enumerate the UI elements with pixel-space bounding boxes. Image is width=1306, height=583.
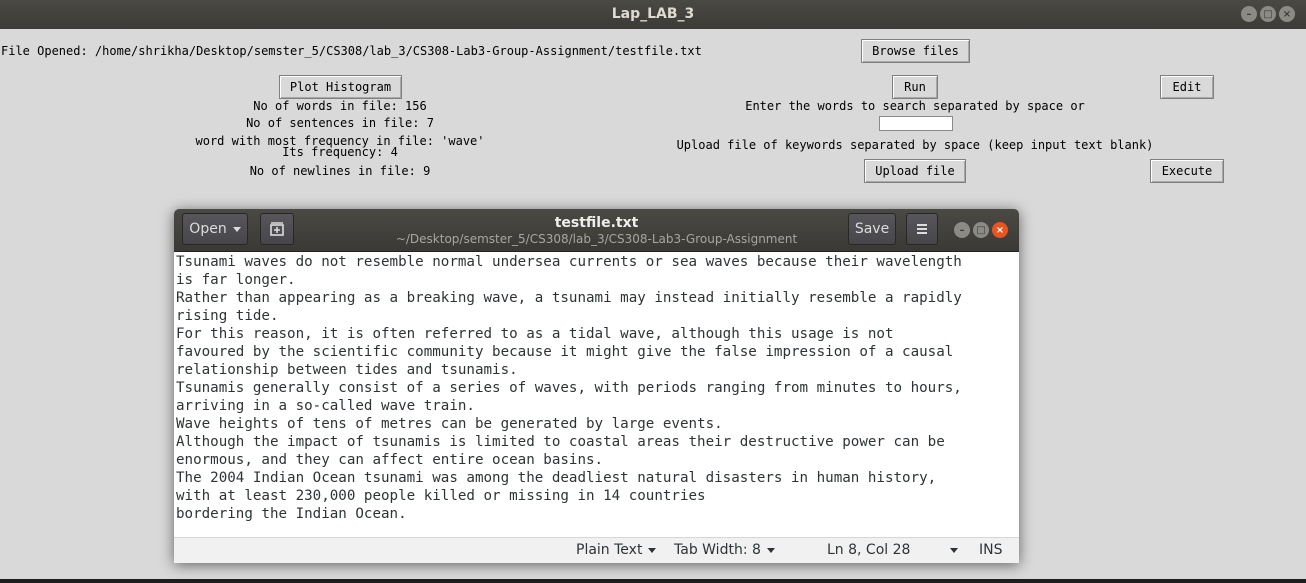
upload-hint-label: Upload file of keywords separated by spa… bbox=[676, 138, 1154, 152]
text-line: arriving in a so-called wave train. bbox=[176, 398, 475, 414]
text-line: Wave heights of tens of metres can be ge… bbox=[176, 416, 723, 432]
editor-headerbar: Open testfile.txt ~/Desktop/semster_5/CS… bbox=[174, 209, 1019, 252]
syntax-label: Plain Text bbox=[576, 542, 643, 558]
editor-statusbar: Plain Text Tab Width: 8 Ln 8, Col 28 INS bbox=[174, 537, 1019, 563]
text-line: rising tide. bbox=[176, 308, 279, 324]
text-line: is far longer. bbox=[176, 272, 296, 288]
frequency-label: Its frequency: 4 bbox=[282, 145, 398, 159]
text-line: The 2004 Indian Ocean tsunami was among … bbox=[176, 470, 937, 486]
plot-histogram-button[interactable]: Plot Histogram bbox=[279, 75, 402, 99]
chevron-down-icon bbox=[766, 547, 775, 553]
minimize-icon[interactable]: – bbox=[1241, 6, 1257, 22]
text-line: relationship between tides and tsunamis. bbox=[176, 362, 518, 378]
edit-button[interactable]: Edit bbox=[1160, 75, 1214, 99]
window-bottom-edge bbox=[0, 579, 1306, 583]
run-button[interactable]: Run bbox=[892, 75, 938, 99]
close-icon[interactable]: × bbox=[1279, 6, 1295, 22]
chevron-down-icon bbox=[950, 547, 959, 553]
text-line: For this reason, it is often referred to… bbox=[176, 326, 894, 342]
maximize-icon[interactable]: □ bbox=[1260, 6, 1276, 22]
close-icon[interactable]: × bbox=[992, 222, 1008, 238]
search-prompt-label: Enter the words to search separated by s… bbox=[745, 99, 1085, 113]
text-editor-window: Open testfile.txt ~/Desktop/semster_5/CS… bbox=[174, 209, 1019, 563]
browse-files-button[interactable]: Browse files bbox=[861, 39, 970, 63]
text-line: Although the impact of tsunamis is limit… bbox=[176, 434, 945, 450]
chevron-down-icon bbox=[648, 547, 657, 553]
save-button[interactable]: Save bbox=[848, 213, 896, 245]
tab-width-selector[interactable]: Tab Width: 8 bbox=[674, 542, 775, 558]
editor-text-area[interactable]: Tsunami waves do not resemble normal und… bbox=[176, 252, 1016, 538]
file-opened-label: File Opened: /home/shrikha/Desktop/semst… bbox=[1, 44, 702, 58]
text-line: Rather than appearing as a breaking wave… bbox=[176, 290, 962, 306]
execute-button[interactable]: Execute bbox=[1150, 159, 1224, 183]
minimize-icon[interactable]: – bbox=[954, 222, 970, 238]
upload-file-button[interactable]: Upload file bbox=[864, 159, 966, 183]
text-line: enormous, and they can affect entire oce… bbox=[176, 452, 604, 468]
cursor-position-selector[interactable]: Ln 8, Col 28 bbox=[827, 542, 959, 558]
hamburger-icon bbox=[917, 224, 927, 234]
sentence-count-label: No of sentences in file: 7 bbox=[246, 116, 434, 130]
tab-width-label: Tab Width: 8 bbox=[674, 542, 761, 558]
syntax-selector[interactable]: Plain Text bbox=[576, 542, 657, 558]
maximize-icon[interactable]: □ bbox=[973, 222, 989, 238]
search-input[interactable] bbox=[879, 116, 953, 131]
hamburger-menu-button[interactable] bbox=[906, 213, 938, 245]
word-count-label: No of words in file: 156 bbox=[253, 99, 427, 113]
window-title: Lap_LAB_3 bbox=[611, 6, 695, 22]
cursor-position-label: Ln 8, Col 28 bbox=[827, 542, 911, 558]
newline-count-label: No of newlines in file: 9 bbox=[249, 164, 431, 178]
window-titlebar: Lap_LAB_3 – □ × bbox=[0, 0, 1306, 29]
text-line: favoured by the scientific community bec… bbox=[176, 344, 954, 360]
text-line: with at least 230,000 people killed or m… bbox=[176, 488, 706, 504]
text-line: bordering the Indian Ocean. bbox=[176, 506, 407, 522]
text-line: Tsunami waves do not resemble normal und… bbox=[176, 254, 962, 270]
insert-mode-label: INS bbox=[979, 542, 1003, 558]
text-line: Tsunamis generally consist of a series o… bbox=[176, 380, 962, 396]
